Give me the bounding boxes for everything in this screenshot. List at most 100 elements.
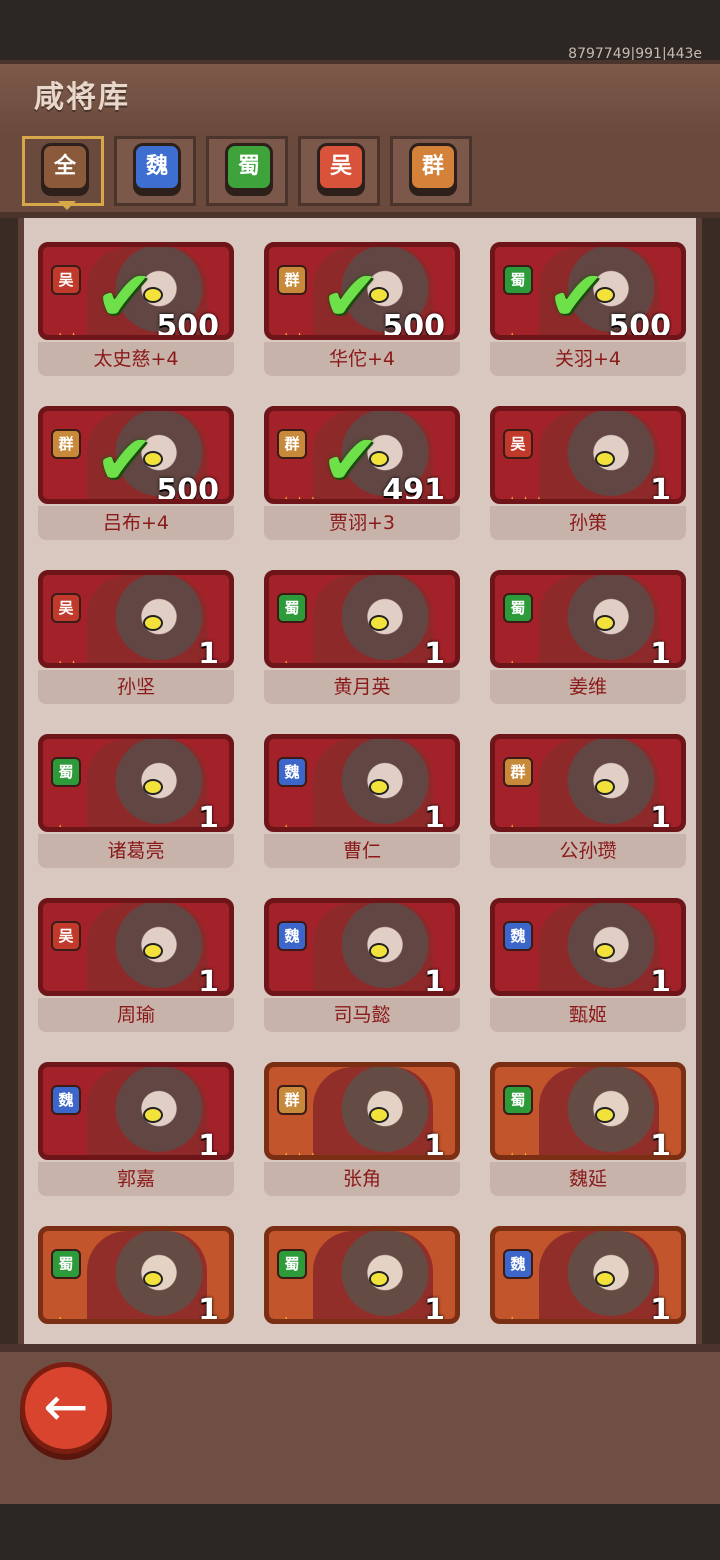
hero-count: 1 bbox=[650, 1293, 671, 1324]
hero-card[interactable]: 蜀 ★ ✔ 500 关羽+4 bbox=[490, 232, 686, 382]
faction-badge: 吴 bbox=[51, 593, 81, 623]
hero-eye bbox=[369, 943, 389, 959]
hero-name: 魏延 bbox=[490, 1162, 686, 1196]
hero-card[interactable]: 魏 1 甄姬 bbox=[490, 888, 686, 1038]
star-rating: ★ bbox=[53, 1313, 67, 1324]
tab-3[interactable]: 吴 bbox=[298, 136, 380, 206]
hero-card[interactable]: 蜀 ★ 1 诸葛亮 bbox=[38, 724, 234, 874]
status-bar: 8797749|991|443e bbox=[0, 0, 720, 62]
hero-card[interactable]: 魏 1 司马懿 bbox=[264, 888, 460, 1038]
hero-card[interactable]: 蜀 ★ 1 bbox=[264, 1216, 460, 1344]
hero-name: 张角 bbox=[264, 1162, 460, 1196]
hero-count: 500 bbox=[156, 473, 219, 504]
hero-count: 1 bbox=[650, 801, 671, 832]
faction-badge: 蜀 bbox=[51, 757, 81, 787]
hero-name: 郭嘉 bbox=[38, 1162, 234, 1196]
hero-count: 1 bbox=[424, 801, 445, 832]
faction-badge: 吴 bbox=[51, 921, 81, 951]
hero-card[interactable]: 群 ★★★ 1 张角 bbox=[264, 1052, 460, 1202]
header: 咸将库 bbox=[0, 60, 720, 142]
hero-card[interactable]: 群 ✔ 500 吕布+4 bbox=[38, 396, 234, 546]
back-arrow-icon[interactable]: ← bbox=[20, 1362, 112, 1454]
hero-name: 曹仁 bbox=[264, 834, 460, 868]
tab-2[interactable]: 蜀 bbox=[206, 136, 288, 206]
star-rating: ★ bbox=[53, 821, 67, 832]
star-rating: ★ bbox=[279, 1313, 293, 1324]
hero-card[interactable]: 群 ★★ ✔ 500 华佗+4 bbox=[264, 232, 460, 382]
hero-name: 孙坚 bbox=[38, 670, 234, 704]
hero-count: 491 bbox=[382, 473, 445, 504]
hero-eye bbox=[595, 779, 615, 795]
tab-4[interactable]: 群 bbox=[390, 136, 472, 206]
star-rating: ★ bbox=[279, 657, 293, 668]
faction-badge: 蜀 bbox=[51, 1249, 81, 1279]
hero-frame: 蜀 ★ 1 bbox=[264, 570, 460, 668]
hero-eye bbox=[595, 1107, 615, 1123]
hero-count: 500 bbox=[382, 309, 445, 340]
hero-card[interactable]: 吴 ★★★ 1 孙策 bbox=[490, 396, 686, 546]
hero-count: 1 bbox=[650, 1129, 671, 1160]
hero-count: 1 bbox=[424, 1293, 445, 1324]
faction-badge: 蜀 bbox=[503, 265, 533, 295]
hero-card[interactable]: 吴 ★★ 1 孙坚 bbox=[38, 560, 234, 710]
hero-name: 姜维 bbox=[490, 670, 686, 704]
faction-badge: 魏 bbox=[503, 1249, 533, 1279]
tab-0[interactable]: 全 bbox=[22, 136, 104, 210]
footer bbox=[0, 1344, 720, 1512]
checkmark-icon: ✔ bbox=[321, 419, 380, 501]
hero-count: 1 bbox=[424, 637, 445, 668]
hero-card[interactable]: 群 ★★★ ✔ 491 贾诩+3 bbox=[264, 396, 460, 546]
hero-frame: 群 ✔ 500 bbox=[38, 406, 234, 504]
star-rating: ★★ bbox=[53, 657, 81, 668]
hero-frame: 蜀 ★ 1 bbox=[38, 734, 234, 832]
hero-eye bbox=[143, 1107, 163, 1123]
hero-count: 1 bbox=[650, 965, 671, 996]
hero-card[interactable]: 蜀 ★★ 1 魏延 bbox=[490, 1052, 686, 1202]
hero-frame: 蜀 ★ ✔ 500 bbox=[490, 242, 686, 340]
hero-count: 1 bbox=[650, 473, 671, 504]
hero-frame: 群 ★★ ✔ 500 bbox=[264, 242, 460, 340]
hero-eye bbox=[143, 1271, 163, 1287]
faction-badge: 群 bbox=[503, 757, 533, 787]
checkmark-icon: ✔ bbox=[321, 255, 380, 337]
hero-card[interactable]: 吴 1 周瑜 bbox=[38, 888, 234, 1038]
hero-frame: 魏1 bbox=[490, 898, 686, 996]
star-rating: ★★★ bbox=[279, 1149, 320, 1160]
faction-badge: 魏 bbox=[277, 757, 307, 787]
hero-count: 1 bbox=[198, 801, 219, 832]
tab-label: 吴 bbox=[317, 143, 365, 191]
hero-count: 1 bbox=[198, 965, 219, 996]
hero-card[interactable]: 蜀 ★ 1 黄月英 bbox=[264, 560, 460, 710]
star-rating: ★★★ bbox=[505, 493, 546, 504]
tab-1[interactable]: 魏 bbox=[114, 136, 196, 206]
faction-badge: 吴 bbox=[503, 429, 533, 459]
hero-card[interactable]: 群 ★ 1 公孙瓒 bbox=[490, 724, 686, 874]
hero-count: 1 bbox=[424, 1129, 445, 1160]
hero-name: 周瑜 bbox=[38, 998, 234, 1032]
faction-badge: 蜀 bbox=[277, 1249, 307, 1279]
hero-eye bbox=[595, 943, 615, 959]
hero-card[interactable]: 蜀 ★ 1 姜维 bbox=[490, 560, 686, 710]
hero-frame: 群 ★ 1 bbox=[490, 734, 686, 832]
faction-badge: 蜀 bbox=[277, 593, 307, 623]
hero-frame: 魏1 bbox=[38, 1062, 234, 1160]
star-rating: ★ bbox=[505, 329, 519, 340]
hero-eye bbox=[595, 1271, 615, 1287]
hero-eye bbox=[369, 1107, 389, 1123]
hero-eye bbox=[143, 779, 163, 795]
hero-card[interactable]: 魏 1 郭嘉 bbox=[38, 1052, 234, 1202]
hero-card[interactable]: 魏 ★ 1 曹仁 bbox=[264, 724, 460, 874]
hero-name: 关羽+4 bbox=[490, 342, 686, 376]
hero-name: 华佗+4 bbox=[264, 342, 460, 376]
hero-card[interactable]: 蜀 ★ 1 bbox=[38, 1216, 234, 1344]
hero-name: 公孙瓒 bbox=[490, 834, 686, 868]
star-rating: ★★ bbox=[53, 329, 81, 340]
faction-badge: 群 bbox=[277, 429, 307, 459]
hero-eye bbox=[369, 779, 389, 795]
faction-badge: 吴 bbox=[51, 265, 81, 295]
hero-count: 1 bbox=[198, 1129, 219, 1160]
hero-card[interactable]: 吴 ★★ ✔ 500 太史慈+4 bbox=[38, 232, 234, 382]
hero-frame: 群 ★★★ 1 bbox=[264, 1062, 460, 1160]
hero-card[interactable]: 魏 ★ 1 bbox=[490, 1216, 686, 1344]
star-rating: ★ bbox=[505, 1313, 519, 1324]
